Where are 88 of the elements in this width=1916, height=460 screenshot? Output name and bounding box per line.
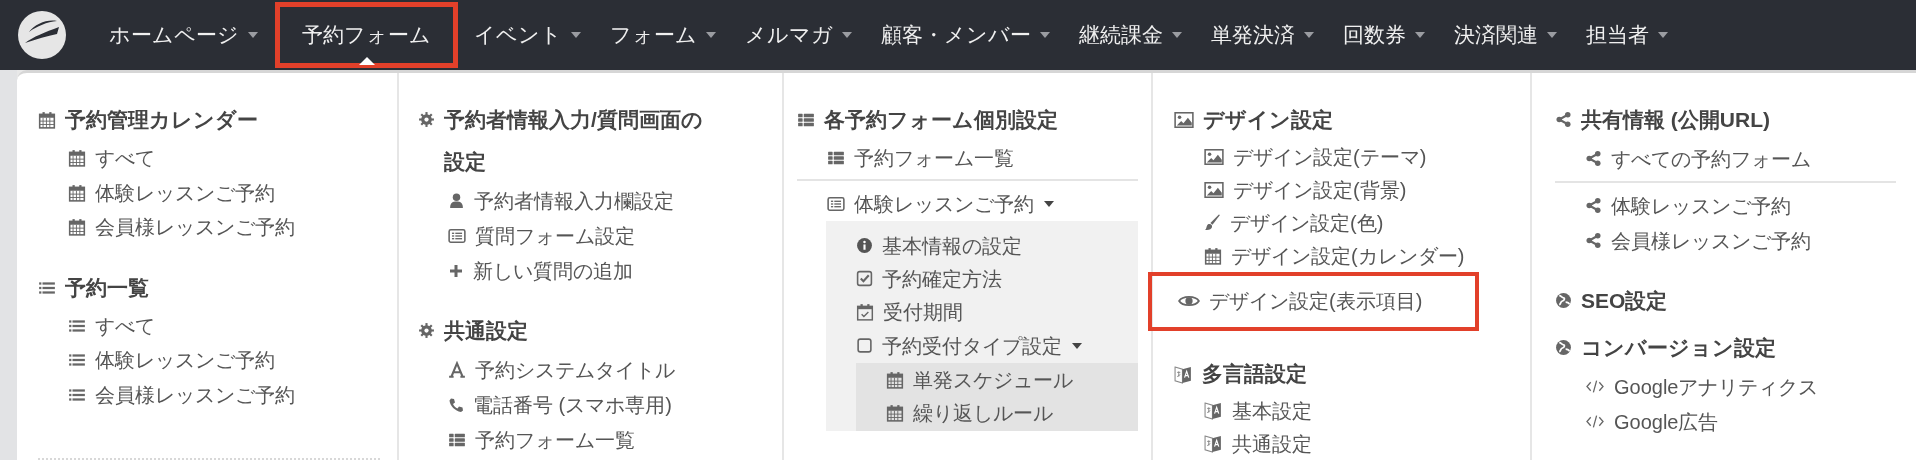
calendar-check-icon (856, 302, 874, 321)
calendar-icon (1204, 246, 1222, 265)
menu-item[interactable]: 基本設定 (1232, 395, 1312, 426)
menu-item[interactable]: すべての予約フォーム (1611, 143, 1811, 174)
section-heading: 共有情報 (公開URL) (1581, 107, 1770, 133)
globe-icon (1555, 339, 1572, 356)
menu-item[interactable]: デザイン設定(色) (1230, 207, 1384, 238)
logo-icon[interactable] (17, 10, 67, 60)
section-heading: 予約管理カレンダー (65, 107, 258, 133)
menu-item[interactable]: 体験レッスンご予約 (1611, 190, 1791, 221)
share-icon (1585, 197, 1602, 214)
menu-item[interactable]: 体験レッスンご予約 (854, 188, 1034, 219)
image-icon (1204, 148, 1224, 167)
code-icon (1585, 414, 1605, 429)
globe-icon (1555, 292, 1572, 309)
calendar-icon (886, 370, 904, 389)
nav-menu-item[interactable]: 単発決済 (1197, 2, 1329, 68)
image-icon (1204, 181, 1224, 200)
share-icon (1585, 150, 1602, 167)
nav-menu-item[interactable]: フォーム (596, 2, 731, 68)
menu-item[interactable]: 会員様レッスンご予約 (95, 212, 295, 243)
letter-icon (448, 360, 466, 379)
menu-item[interactable]: Google広告 (1614, 406, 1719, 437)
image-icon (1174, 111, 1194, 129)
code-icon (1585, 379, 1605, 394)
plus-icon (448, 262, 464, 279)
user-icon (448, 192, 465, 209)
info-icon (856, 237, 873, 254)
nav-menu-item[interactable]: ホームページ (95, 2, 273, 68)
menu-item[interactable]: 体験レッスンご予約 (95, 177, 275, 208)
nav-menu-item[interactable]: 回数券 (1329, 2, 1440, 68)
translate-icon (1174, 364, 1193, 384)
menu-item[interactable]: 質問フォーム設定 (475, 220, 635, 251)
section-heading: 多言語設定 (1202, 360, 1307, 387)
phone-icon (448, 396, 464, 413)
menu-item[interactable]: 予約者情報入力欄設定 (474, 185, 674, 216)
menu-item[interactable]: デザイン設定(カレンダー) (1231, 240, 1465, 271)
brush-icon (1204, 214, 1221, 232)
section-heading: 共通設定 (444, 318, 528, 344)
section-heading: 予約一覧 (65, 274, 149, 301)
calendar-icon (886, 403, 904, 422)
menu-item[interactable]: 体験レッスンご予約 (95, 345, 275, 376)
section-heading: SEO設定 (1581, 288, 1668, 314)
section-heading: 各予約フォーム個別設定 (824, 107, 1058, 133)
menu-item[interactable]: すべて (95, 143, 155, 174)
menu-item[interactable]: 新しい質問の追加 (473, 255, 633, 286)
form-icon (827, 194, 845, 213)
menu-item[interactable]: 会員様レッスンご予約 (95, 379, 295, 410)
share-icon (1555, 111, 1572, 128)
menu-item[interactable]: 単発スケジュール (913, 364, 1073, 395)
translate-icon (1204, 401, 1223, 421)
list-icon (797, 111, 815, 129)
square-icon (856, 337, 873, 354)
menu-item[interactable]: Googleアナリティクス (1614, 371, 1819, 402)
section-heading: コンバージョン設定 (1581, 335, 1776, 361)
nav-menu-item[interactable]: 担当者 (1572, 2, 1683, 68)
menu-item[interactable]: デザイン設定(テーマ) (1233, 142, 1427, 173)
menu-item[interactable]: 共通設定 (1232, 428, 1312, 459)
checkbox-icon (856, 270, 873, 287)
menu-item[interactable]: 会員様レッスンご予約 (1611, 225, 1811, 256)
nav-menu-item[interactable]: 継続課金 (1065, 2, 1197, 68)
calendar-icon (38, 111, 56, 129)
menu-item[interactable]: 基本情報の設定 (882, 230, 1022, 261)
menu-item[interactable]: 予約確定方法 (882, 263, 1002, 294)
menu-item[interactable]: 予約受付タイプ設定 (882, 330, 1062, 361)
gear-icon (418, 111, 435, 128)
translate-icon (1204, 434, 1223, 454)
calendar-icon (68, 183, 86, 202)
form-icon (448, 226, 466, 245)
menu-item[interactable]: 予約システムタイトル (475, 354, 675, 385)
calendar-icon (68, 149, 86, 168)
menu-item[interactable]: すべて (95, 310, 155, 341)
menu-item[interactable]: 電話番号 (スマホ専用) (473, 389, 672, 420)
menu-item[interactable]: 繰り返しルール (913, 397, 1053, 428)
nav-menu-item[interactable]: 顧客・メンバー (867, 2, 1065, 68)
menu-item[interactable]: デザイン設定(表示項目) (1209, 286, 1423, 317)
nav-menu-item[interactable]: 決済関連 (1440, 2, 1572, 68)
nav-menu-item[interactable]: イベント (460, 2, 596, 68)
gear-icon (418, 322, 435, 339)
calendar-icon (68, 218, 86, 237)
menu-item[interactable]: 受付期間 (883, 296, 963, 327)
menu-item[interactable]: デザイン設定(背景) (1233, 175, 1407, 206)
menu-item[interactable]: 予約フォーム一覧 (854, 142, 1014, 173)
menu-item[interactable]: 予約フォーム一覧 (475, 424, 635, 455)
share-icon (1585, 232, 1602, 249)
section-heading: デザイン設定 (1203, 107, 1333, 133)
nav-menu-item[interactable]: メルマガ (731, 2, 867, 68)
section-heading: 予約者情報入力/質問画面の設定 (444, 107, 704, 175)
